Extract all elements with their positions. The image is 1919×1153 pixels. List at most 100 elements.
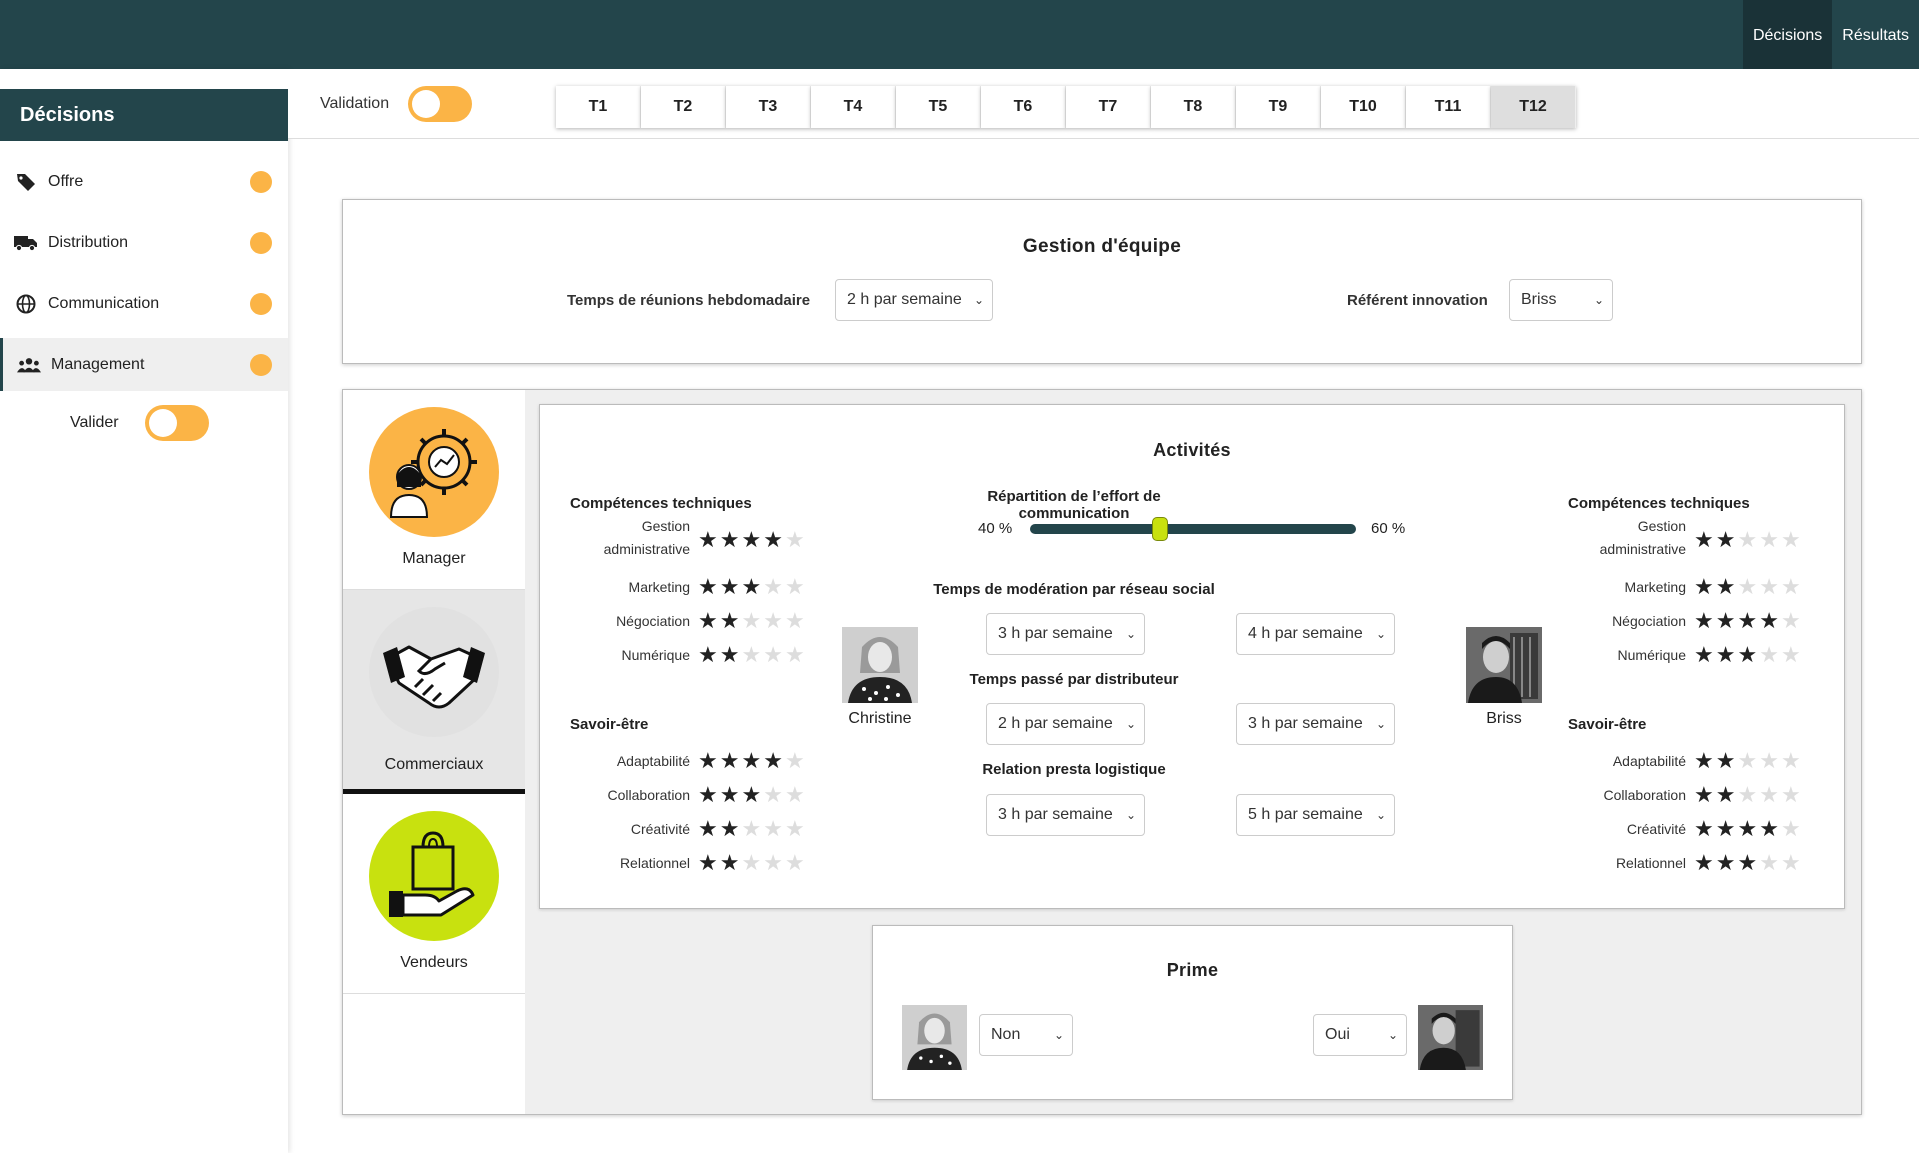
star-filled-icon[interactable]: ★ [1694,608,1716,633]
star-filled-icon[interactable]: ★ [1737,816,1759,841]
star-filled-icon[interactable]: ★ [720,642,742,667]
star-rating[interactable]: ★★★★★ [698,576,807,598]
star-rating[interactable]: ★★★★★ [1694,610,1803,632]
star-filled-icon[interactable]: ★ [720,608,742,633]
star-filled-icon[interactable]: ★ [698,527,720,552]
star-rating[interactable]: ★★★★★ [698,818,807,840]
star-empty-icon[interactable]: ★ [785,574,807,599]
star-empty-icon[interactable]: ★ [1781,527,1803,552]
star-filled-icon[interactable]: ★ [1759,608,1781,633]
star-filled-icon[interactable]: ★ [741,748,763,773]
star-empty-icon[interactable]: ★ [1737,782,1759,807]
validation-toggle[interactable] [408,86,472,122]
star-rating[interactable]: ★★★★★ [1694,784,1803,806]
star-rating[interactable]: ★★★★★ [698,852,807,874]
star-empty-icon[interactable]: ★ [741,816,763,841]
prime-right-select[interactable]: Oui ⌄ [1313,1014,1407,1056]
star-rating[interactable]: ★★★★★ [698,529,807,551]
star-empty-icon[interactable]: ★ [785,608,807,633]
star-empty-icon[interactable]: ★ [741,850,763,875]
star-filled-icon[interactable]: ★ [1694,816,1716,841]
role-commerciaux[interactable]: Commerciaux [343,590,525,794]
star-empty-icon[interactable]: ★ [1781,816,1803,841]
star-rating[interactable]: ★★★★★ [1694,644,1803,666]
tab-t5[interactable]: T5 [896,86,981,128]
star-empty-icon[interactable]: ★ [1781,608,1803,633]
tab-t8[interactable]: T8 [1151,86,1236,128]
tab-t9[interactable]: T9 [1236,86,1321,128]
star-empty-icon[interactable]: ★ [1759,642,1781,667]
distrib-left-select[interactable]: 2 h par semaine ⌄ [986,703,1145,745]
star-filled-icon[interactable]: ★ [720,816,742,841]
sidebar-item-distribution[interactable]: Distribution [0,216,288,269]
star-empty-icon[interactable]: ★ [1737,748,1759,773]
logistique-right-select[interactable]: 5 h par semaine ⌄ [1236,794,1395,836]
star-filled-icon[interactable]: ★ [1694,642,1716,667]
tab-t1[interactable]: T1 [556,86,641,128]
star-empty-icon[interactable]: ★ [763,782,785,807]
star-empty-icon[interactable]: ★ [763,574,785,599]
star-filled-icon[interactable]: ★ [741,574,763,599]
prime-left-select[interactable]: Non ⌄ [979,1014,1073,1056]
star-empty-icon[interactable]: ★ [1759,527,1781,552]
tab-t7[interactable]: T7 [1066,86,1151,128]
tab-t4[interactable]: T4 [811,86,896,128]
star-filled-icon[interactable]: ★ [698,782,720,807]
nav-decisions[interactable]: Décisions [1742,0,1833,69]
star-filled-icon[interactable]: ★ [763,527,785,552]
star-filled-icon[interactable]: ★ [1759,816,1781,841]
nav-resultats[interactable]: Résultats [1832,0,1919,69]
star-empty-icon[interactable]: ★ [1781,642,1803,667]
star-filled-icon[interactable]: ★ [720,850,742,875]
star-filled-icon[interactable]: ★ [720,527,742,552]
star-rating[interactable]: ★★★★★ [1694,818,1803,840]
moderation-right-select[interactable]: 4 h par semaine ⌄ [1236,613,1395,655]
star-filled-icon[interactable]: ★ [763,748,785,773]
tab-t12[interactable]: T12 [1491,86,1576,128]
star-empty-icon[interactable]: ★ [785,642,807,667]
star-filled-icon[interactable]: ★ [1716,574,1738,599]
role-manager[interactable]: Manager [343,390,525,590]
star-filled-icon[interactable]: ★ [720,782,742,807]
star-empty-icon[interactable]: ★ [785,782,807,807]
star-rating[interactable]: ★★★★★ [698,610,807,632]
star-filled-icon[interactable]: ★ [1716,782,1738,807]
star-empty-icon[interactable]: ★ [763,816,785,841]
star-filled-icon[interactable]: ★ [1694,527,1716,552]
valider-toggle[interactable] [144,405,209,441]
tab-t2[interactable]: T2 [641,86,726,128]
star-rating[interactable]: ★★★★★ [1694,852,1803,874]
star-filled-icon[interactable]: ★ [720,748,742,773]
star-filled-icon[interactable]: ★ [698,816,720,841]
role-vendeurs[interactable]: Vendeurs [343,794,525,994]
star-filled-icon[interactable]: ★ [1694,782,1716,807]
moderation-left-select[interactable]: 3 h par semaine ⌄ [986,613,1145,655]
star-filled-icon[interactable]: ★ [1694,748,1716,773]
star-filled-icon[interactable]: ★ [1716,642,1738,667]
star-empty-icon[interactable]: ★ [763,642,785,667]
tab-t6[interactable]: T6 [981,86,1066,128]
star-empty-icon[interactable]: ★ [785,850,807,875]
star-filled-icon[interactable]: ★ [1737,850,1759,875]
sidebar-item-management[interactable]: Management [0,338,288,391]
tab-t11[interactable]: T11 [1406,86,1491,128]
star-filled-icon[interactable]: ★ [741,527,763,552]
star-empty-icon[interactable]: ★ [741,642,763,667]
star-rating[interactable]: ★★★★★ [698,750,807,772]
star-empty-icon[interactable]: ★ [785,748,807,773]
star-rating[interactable]: ★★★★★ [698,784,807,806]
star-empty-icon[interactable]: ★ [1737,574,1759,599]
star-filled-icon[interactable]: ★ [1716,850,1738,875]
star-filled-icon[interactable]: ★ [1716,608,1738,633]
star-filled-icon[interactable]: ★ [720,574,742,599]
star-empty-icon[interactable]: ★ [785,816,807,841]
logistique-left-select[interactable]: 3 h par semaine ⌄ [986,794,1145,836]
star-empty-icon[interactable]: ★ [1781,782,1803,807]
star-empty-icon[interactable]: ★ [1759,748,1781,773]
star-filled-icon[interactable]: ★ [1716,748,1738,773]
star-rating[interactable]: ★★★★★ [1694,576,1803,598]
star-filled-icon[interactable]: ★ [1737,642,1759,667]
star-filled-icon[interactable]: ★ [1694,850,1716,875]
star-filled-icon[interactable]: ★ [698,748,720,773]
star-filled-icon[interactable]: ★ [1716,527,1738,552]
